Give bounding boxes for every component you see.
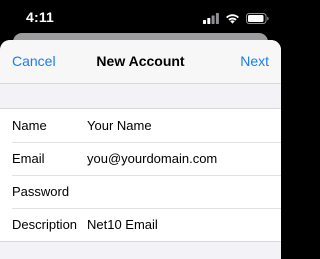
account-form: Name Your Name Email you@yourdomain.com … xyxy=(0,108,281,242)
page-title: New Account xyxy=(96,53,185,69)
wifi-icon xyxy=(225,11,240,29)
battery-icon xyxy=(246,11,269,29)
next-button[interactable]: Next xyxy=(240,53,269,69)
description-field[interactable]: Net10 Email xyxy=(87,217,158,232)
new-account-sheet: Cancel New Account Next Name Your Name E… xyxy=(0,40,281,259)
status-icons xyxy=(203,11,269,29)
email-label: Email xyxy=(12,151,45,166)
password-row[interactable]: Password xyxy=(0,175,281,208)
email-row[interactable]: Email you@yourdomain.com xyxy=(0,142,281,175)
description-label: Description xyxy=(12,217,78,232)
email-field[interactable]: you@yourdomain.com xyxy=(87,151,217,166)
password-label: Password xyxy=(12,184,70,199)
cellular-signal-icon xyxy=(203,11,219,29)
screen: 4:11 Cancel New Account Next Name Your N… xyxy=(0,0,281,259)
navigation-bar: Cancel New Account Next xyxy=(0,40,281,84)
name-row[interactable]: Name Your Name xyxy=(0,109,281,142)
status-bar: 4:11 xyxy=(0,0,281,34)
name-label: Name xyxy=(12,118,47,133)
description-row[interactable]: Description Net10 Email xyxy=(0,208,281,241)
status-time: 4:11 xyxy=(26,9,55,25)
name-field[interactable]: Your Name xyxy=(87,118,152,133)
